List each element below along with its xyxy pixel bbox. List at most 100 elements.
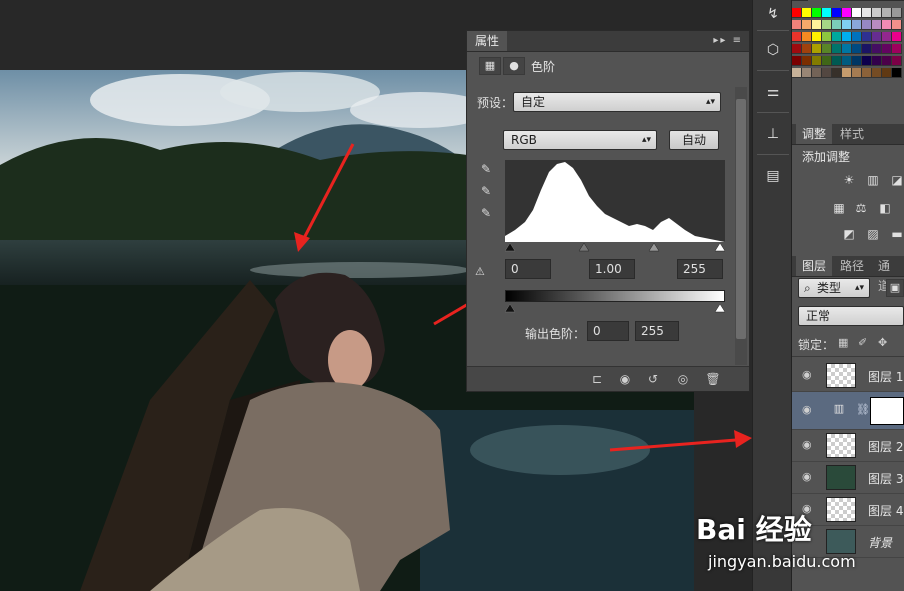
properties-scrollbar[interactable] [735, 87, 747, 365]
tab-layers[interactable]: 图层 [796, 256, 833, 276]
layer-row-selected[interactable]: ◉ ▥ ⛓ [792, 392, 904, 430]
clip-to-layer-icon[interactable]: ⊏ [587, 370, 607, 388]
layer-row[interactable]: ◉ 图层 2 [792, 430, 904, 462]
color-swatch[interactable] [892, 68, 902, 78]
view-previous-state-icon[interactable]: ◉ [615, 370, 635, 388]
color-swatch[interactable] [812, 56, 822, 66]
color-swatch[interactable] [882, 68, 892, 78]
color-swatch[interactable] [872, 68, 882, 78]
hue-saturation-icon[interactable]: ▦ [830, 200, 848, 216]
lock-transparent-icon[interactable]: ▦ [838, 336, 848, 349]
layer-mask-icon[interactable]: ● [503, 57, 525, 75]
eye-icon[interactable]: ◉ [802, 403, 812, 416]
color-swatch[interactable] [792, 8, 802, 18]
color-swatch[interactable] [842, 32, 852, 42]
color-swatch[interactable] [812, 68, 822, 78]
stamp-icon[interactable]: ⊥ [759, 122, 787, 146]
color-swatch[interactable] [852, 8, 862, 18]
color-swatch[interactable] [812, 20, 822, 30]
lock-move-icon[interactable]: ✥ [878, 336, 887, 349]
color-swatch[interactable] [792, 32, 802, 42]
tab-adjustments[interactable]: 调整 [796, 124, 833, 144]
color-swatch[interactable] [872, 44, 882, 54]
color-swatch[interactable] [812, 32, 822, 42]
color-swatch[interactable] [882, 56, 892, 66]
color-balance-icon[interactable]: ⚖ [852, 200, 870, 216]
color-swatch[interactable] [822, 56, 832, 66]
scrollbar-thumb[interactable] [736, 99, 746, 339]
color-swatch[interactable] [822, 20, 832, 30]
tab-styles[interactable]: 样式 [834, 124, 870, 144]
tab-swatches[interactable]: 色板 [808, 0, 840, 4]
color-swatch[interactable] [822, 32, 832, 42]
color-swatch[interactable] [842, 44, 852, 54]
color-swatch[interactable] [842, 68, 852, 78]
filter-image-icon[interactable]: ▣ [886, 279, 904, 297]
posterize-icon[interactable]: ▨ [864, 226, 882, 242]
color-swatch[interactable] [802, 56, 812, 66]
tab-color[interactable]: 颜色 [844, 0, 876, 4]
gray-eyedropper-icon[interactable]: ✎ [479, 183, 493, 199]
color-swatch[interactable] [862, 44, 872, 54]
color-swatch[interactable] [832, 20, 842, 30]
invert-icon[interactable]: ◩ [840, 226, 858, 242]
color-swatch[interactable] [852, 56, 862, 66]
black-white-icon[interactable]: ◧ [876, 200, 894, 216]
color-swatch[interactable] [832, 8, 842, 18]
white-eyedropper-icon[interactable]: ✎ [479, 205, 493, 221]
layer-mask-thumbnail[interactable] [870, 397, 904, 425]
layer-row[interactable]: ◉ 图层 3 [792, 462, 904, 494]
color-swatch[interactable] [892, 8, 902, 18]
tab-channels[interactable]: 通道 [872, 256, 904, 293]
tab-paths[interactable]: 路径 [834, 256, 870, 276]
color-swatch[interactable] [892, 20, 902, 30]
color-swatch[interactable] [812, 8, 822, 18]
swatches-grid[interactable] [792, 8, 904, 92]
black-eyedropper-icon[interactable]: ✎ [479, 161, 493, 177]
color-swatch[interactable] [892, 44, 902, 54]
color-swatch[interactable] [892, 32, 902, 42]
eye-icon[interactable]: ◉ [802, 438, 812, 451]
color-swatch[interactable] [872, 32, 882, 42]
color-swatch[interactable] [852, 44, 862, 54]
eye-icon[interactable]: ◉ [802, 470, 812, 483]
color-swatch[interactable] [802, 8, 812, 18]
color-swatch[interactable] [882, 44, 892, 54]
layer-row[interactable]: ◉ 图层 1 [792, 360, 904, 392]
color-swatch[interactable] [832, 56, 842, 66]
channel-select[interactable]: RGB ▴▾ [503, 130, 657, 150]
color-swatch[interactable] [882, 20, 892, 30]
clip-warning-icon[interactable]: ⚠ [475, 265, 485, 278]
color-swatch[interactable] [792, 68, 802, 78]
color-swatch[interactable] [892, 56, 902, 66]
output-levels-slider[interactable] [505, 303, 725, 313]
color-swatch[interactable] [862, 20, 872, 30]
lock-paint-icon[interactable]: ✐ [858, 336, 867, 349]
color-swatch[interactable] [842, 56, 852, 66]
3d-icon[interactable]: ⬡ [759, 38, 787, 62]
reset-icon[interactable]: ↺ [643, 370, 663, 388]
notes-icon[interactable]: ▤ [759, 164, 787, 188]
color-swatch[interactable] [822, 44, 832, 54]
color-swatch[interactable] [832, 32, 842, 42]
color-swatch[interactable] [862, 8, 872, 18]
color-swatch[interactable] [872, 20, 882, 30]
curves-icon[interactable]: ◪ [888, 172, 904, 188]
input-black-field[interactable]: 0 [505, 259, 551, 279]
color-swatch[interactable] [862, 32, 872, 42]
trash-icon[interactable]: 🗑 [703, 370, 723, 388]
color-swatch[interactable] [802, 32, 812, 42]
color-swatch[interactable] [822, 8, 832, 18]
color-swatch[interactable] [842, 8, 852, 18]
output-black-field[interactable]: 0 [587, 321, 629, 341]
tab-properties[interactable]: 属性 [467, 31, 508, 51]
eye-icon[interactable]: ◉ [802, 368, 812, 381]
blend-mode-select[interactable]: 正常 [798, 306, 904, 326]
color-swatch[interactable] [852, 20, 862, 30]
color-swatch[interactable] [792, 20, 802, 30]
color-swatch[interactable] [852, 68, 862, 78]
auto-button[interactable]: 自动 [669, 130, 719, 150]
gradient-map-icon[interactable]: ▬ [888, 226, 904, 242]
input-midtone-field[interactable]: 1.00 [589, 259, 635, 279]
color-swatch[interactable] [802, 44, 812, 54]
